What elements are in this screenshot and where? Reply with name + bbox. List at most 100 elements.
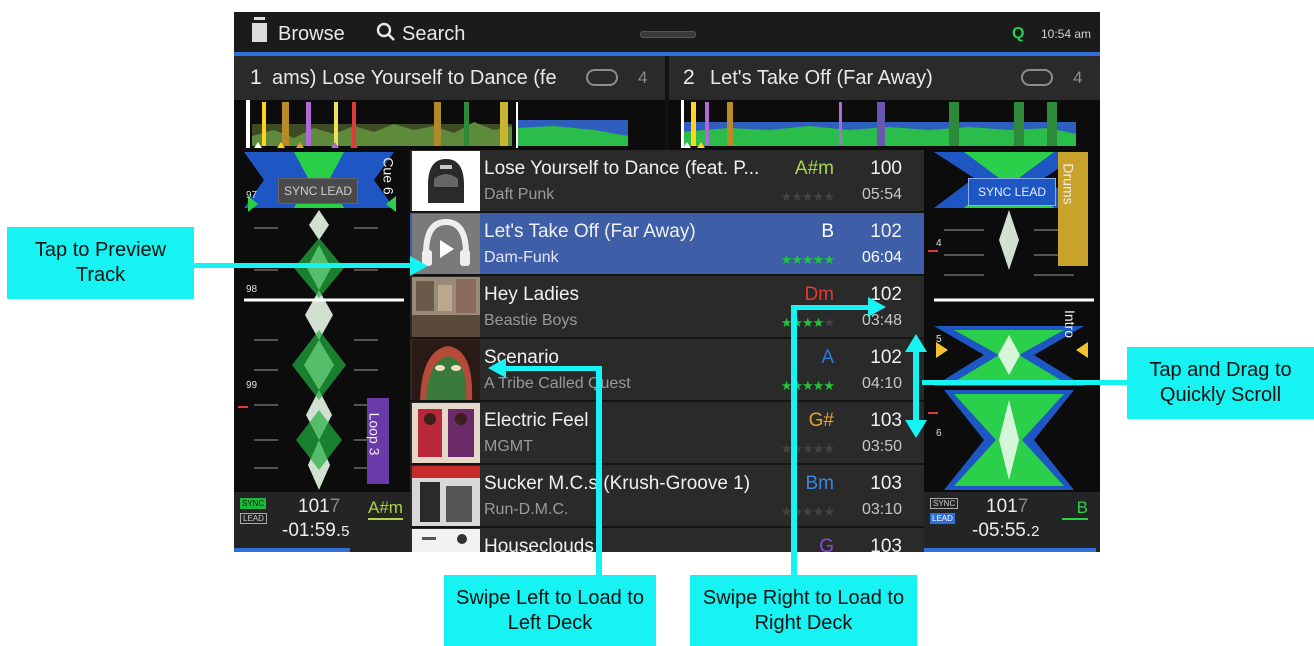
- track-bpm: 100: [870, 158, 902, 179]
- scroll-arrow-vertical: [913, 350, 919, 424]
- beat-marker: 4: [936, 238, 942, 249]
- quantize-indicator[interactable]: Q: [1012, 12, 1024, 52]
- deck-2-overview-waveform[interactable]: [669, 100, 1100, 150]
- beat-marker: 97: [246, 190, 258, 201]
- deck-2-title: Let's Take Off (Far Away): [710, 67, 933, 89]
- clock: 10:54 am: [1041, 27, 1092, 41]
- track-rating[interactable]: ★★★★★: [781, 441, 835, 457]
- album-art[interactable]: [412, 340, 480, 400]
- search-label: Search: [402, 23, 466, 45]
- track-row[interactable]: Sucker M.C.s (Krush-Groove 1) Run-D.M.C.…: [410, 465, 924, 528]
- track-artist: Run-D.M.C.: [484, 501, 569, 518]
- intro-marker: Intro: [1062, 309, 1079, 339]
- swipe-left-arrow-horizontal: [505, 366, 602, 371]
- loop-marker: Loop 3: [366, 398, 389, 484]
- cue-marker-label: Cue 6: [380, 157, 397, 195]
- album-art[interactable]: [412, 403, 480, 463]
- track-bpm: 102: [870, 221, 902, 242]
- callout-swipe-left-text: Swipe Left to Load to Left Deck: [456, 587, 644, 634]
- browse-button[interactable]: Browse: [252, 12, 345, 52]
- track-key: Dm: [804, 284, 834, 305]
- track-list[interactable]: Lose Yourself to Dance (feat. P... Daft …: [410, 150, 924, 552]
- track-artist: Daft Punk: [484, 186, 555, 203]
- search-icon: [376, 22, 395, 41]
- track-row[interactable]: Lose Yourself to Dance (feat. P... Daft …: [410, 150, 924, 213]
- track-title: Houseclouds: [484, 536, 594, 552]
- track-title: Lose Yourself to Dance (feat. P...: [484, 158, 760, 179]
- track-title: Electric Feel: [484, 410, 589, 431]
- album-art[interactable]: [412, 466, 480, 526]
- time-main: -01:59.: [282, 520, 342, 541]
- bpm-value: 101: [298, 496, 330, 517]
- track-rating[interactable]: ★★★★★: [781, 189, 835, 205]
- deck-1-overview-waveform[interactable]: [234, 100, 665, 150]
- sync-lead-button[interactable]: SYNC LEAD: [278, 178, 358, 204]
- deck-1-title: ams) Lose Yourself to Dance (fe: [272, 67, 557, 89]
- track-rating[interactable]: ★★★★★: [781, 252, 835, 268]
- sync-badge[interactable]: SYNC: [240, 498, 267, 509]
- album-art[interactable]: [412, 277, 480, 337]
- album-art[interactable]: [412, 151, 480, 211]
- key-readout: A#m: [368, 498, 403, 520]
- bpm-readout: 1017: [298, 496, 340, 518]
- drag-handle[interactable]: [640, 31, 696, 38]
- track-time: 03:50: [861, 438, 902, 455]
- track-rating[interactable]: ★★★★★: [781, 378, 835, 394]
- track-rating[interactable]: ★★★★★: [781, 315, 835, 331]
- loop-icon[interactable]: [1021, 69, 1053, 86]
- sync-lead-button[interactable]: SYNC LEAD: [968, 178, 1056, 206]
- callout-preview: Tap to Preview Track: [7, 227, 194, 299]
- search-button[interactable]: Search: [376, 12, 465, 52]
- album-art[interactable]: [412, 529, 480, 552]
- track-row[interactable]: Electric Feel MGMT G# 103 ★★★★★ 03:50: [410, 402, 924, 465]
- deck-2-waveform[interactable]: SYNC LEAD Drums Intro 4 5 6: [924, 150, 1100, 492]
- deck-1-header[interactable]: 1 ams) Lose Yourself to Dance (fe 4: [234, 56, 665, 100]
- track-rating[interactable]: ★★★★★: [781, 504, 835, 520]
- top-bar: Browse Search Q 10:54 am: [234, 12, 1100, 56]
- overview-waveform-1: [246, 100, 628, 148]
- track-time: 05:54: [861, 186, 902, 203]
- loop-icon[interactable]: [586, 69, 618, 86]
- track-title: Let's Take Off (Far Away): [484, 221, 696, 242]
- preview-arrow-head: [410, 256, 428, 276]
- beat-marker: 5: [936, 334, 942, 345]
- callout-swipe-right-text: Swipe Right to Load to Right Deck: [702, 587, 905, 634]
- bpm-fraction: 7: [1017, 496, 1029, 517]
- key-readout: B: [1062, 498, 1088, 520]
- browse-label: Browse: [278, 23, 345, 45]
- track-time: 03:10: [861, 501, 902, 518]
- track-artist: Dam-Funk: [484, 249, 559, 266]
- swipe-right-arrow-line: [791, 305, 797, 575]
- track-bpm: 103: [870, 410, 902, 431]
- track-artist: MGMT: [484, 438, 533, 455]
- deck-2-number: 2: [683, 66, 695, 89]
- deck-2-header[interactable]: 2 Let's Take Off (Far Away) 4: [669, 56, 1100, 100]
- scroll-arrow-down-head: [905, 420, 927, 438]
- beat-marker: 98: [246, 284, 258, 295]
- sync-badge[interactable]: SYNC: [930, 498, 959, 509]
- deck-1-status: SYNC LEAD 1017 A#m -01:59.5: [234, 492, 410, 552]
- callout-preview-text: Tap to Preview Track: [34, 239, 167, 286]
- overview-waveform-2: [681, 100, 1076, 148]
- track-row-selected[interactable]: Let's Take Off (Far Away) Dam-Funk B 102…: [410, 213, 924, 276]
- track-key: G: [819, 536, 834, 552]
- lead-badge[interactable]: LEAD: [240, 513, 267, 524]
- deck-2-status: SYNC LEAD 1017 B -05:55.2: [924, 492, 1100, 552]
- deck-2-progress: [924, 548, 1096, 552]
- track-key: Bm: [805, 473, 835, 494]
- lead-badge[interactable]: LEAD: [930, 513, 955, 524]
- bpm-fraction: 7: [329, 496, 341, 517]
- track-time: 06:04: [861, 249, 902, 266]
- callout-swipe-left: Swipe Left to Load to Left Deck: [444, 575, 656, 646]
- deck-1-number: 1: [250, 66, 262, 89]
- track-key: A: [821, 347, 834, 368]
- time-fraction: 5: [341, 523, 350, 540]
- scroll-arrow-line: [922, 380, 1127, 385]
- time-fraction: 2: [1031, 523, 1040, 540]
- engine-screen: Browse Search Q 10:54 am 1 ams) Lose You…: [234, 12, 1100, 552]
- deck-1-waveform[interactable]: SYNC LEAD Cue 6 97 98 99 Loop 3: [234, 150, 410, 492]
- track-row[interactable]: Houseclouds G 103: [410, 528, 924, 552]
- track-title: Hey Ladies: [484, 284, 580, 305]
- swipe-right-arrow-head: [868, 297, 886, 317]
- time-main: -05:55.: [972, 520, 1032, 541]
